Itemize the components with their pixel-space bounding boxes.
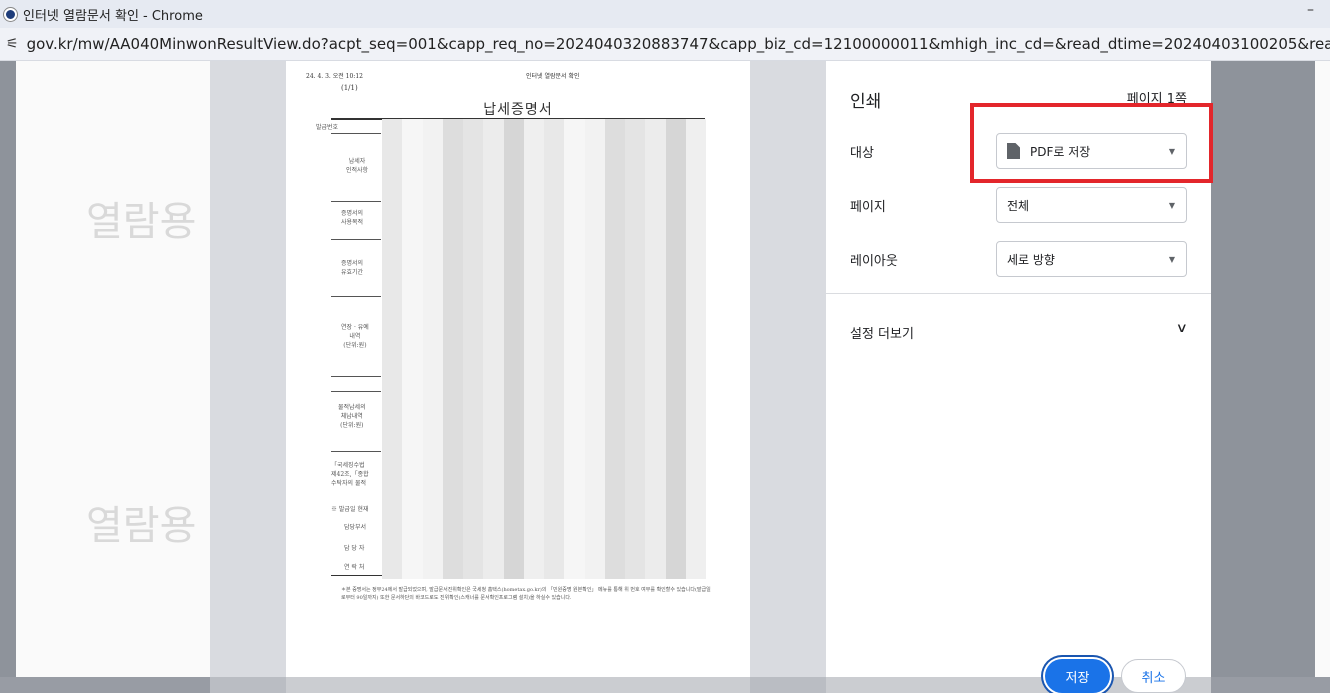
doc-row-label: 물적납세의 체납내역 (단위:원) [338,404,366,429]
doc-row-label: 발급번호 [316,124,339,131]
redacted-content [382,119,706,579]
background-page-right [1315,61,1330,677]
app-icon [4,7,17,21]
doc-row-label: 증명서의 유효기간 [341,260,364,276]
pages-label: 페이지 [850,200,886,215]
save-button[interactable]: 저장 [1045,659,1110,693]
doc-row-label: 납세자 인적사항 [346,158,369,174]
destination-label: 대상 [850,146,874,161]
doc-footnote: ＊본 증명서는 정부24에서 발급되었으며, 발급문서진위확인은 국세청 홈택스… [341,587,711,601]
document-preview[interactable]: 24. 4. 3. 오전 10:12 인터넷 열람문서 확인 (1/1) 납세증… [286,61,750,693]
dialog-title: 인쇄 [850,92,882,112]
doc-row-label: 증명서의 사용목적 [341,210,364,226]
table-rule [331,451,381,452]
dropdown-arrow-icon: ▼ [1168,254,1175,264]
cancel-button[interactable]: 취소 [1121,659,1186,693]
dropdown-arrow-icon: ▼ [1168,200,1175,210]
doc-title: 납세증명서 [483,102,553,118]
table-rule [331,239,381,240]
doc-row-label: 「국세징수법 제42조,「종합 수탁자의 물적 [331,462,369,487]
chevron-down-icon[interactable]: ∨ [1176,321,1188,336]
tune-icon[interactable]: ⚟ [6,36,19,52]
divider [826,293,1211,294]
window-titlebar: 인터넷 열람문서 확인 - Chrome – [0,0,1330,28]
table-rule [331,296,381,297]
layout-select[interactable]: 세로 방향 ▼ [996,241,1187,277]
url-text[interactable]: gov.kr/mw/AA040MinwonResultView.do?acpt_… [27,35,1330,53]
table-rule [331,133,381,134]
window-title: 인터넷 열람문서 확인 - Chrome [23,8,203,24]
pages-value: 전체 [1007,198,1030,213]
layout-label: 레이아웃 [850,254,898,269]
doc-row-label: 담 당 자 [344,545,365,552]
table-rule [331,376,381,377]
more-settings-toggle[interactable]: 설정 더보기 [850,323,914,342]
watermark-text: 열람용 [86,199,197,245]
table-rule [331,201,381,202]
doc-page-indicator: (1/1) [341,84,358,92]
address-bar: ⚟ gov.kr/mw/AA040MinwonResultView.do?acp… [0,28,1330,61]
doc-row-label: 연 락 처 [344,564,365,571]
background-page-left: 열람용 열람용 [16,61,210,677]
doc-row-label: ※ 발급일 현재 [331,506,369,513]
table-rule [331,391,381,392]
minimize-button[interactable]: – [1307,2,1314,18]
layout-value: 세로 방향 [1007,252,1055,267]
doc-header-title: 인터넷 열람문서 확인 [526,73,580,80]
watermark-text: 열람용 [86,503,197,549]
doc-header-datetime: 24. 4. 3. 오전 10:12 [306,73,363,80]
highlight-annotation [970,103,1213,183]
doc-row-label: 연장 · 유예 내역 (단위:원) [341,324,369,349]
doc-row-label: 담당부서 [344,524,367,531]
pages-select[interactable]: 전체 ▼ [996,187,1187,223]
